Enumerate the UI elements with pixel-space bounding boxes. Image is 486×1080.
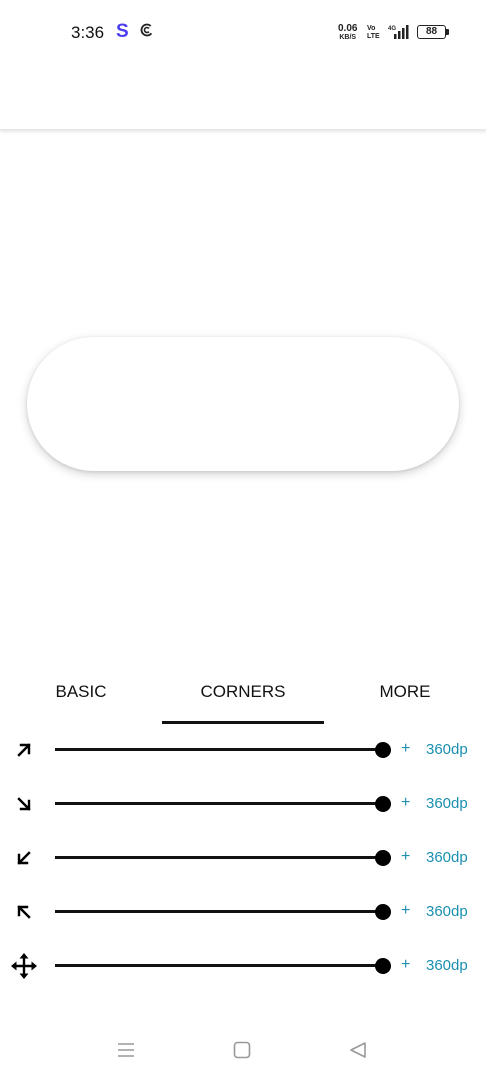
battery-level: 88 bbox=[417, 25, 446, 39]
slider-track bbox=[55, 802, 383, 805]
net-speed-unit: KB/S bbox=[339, 34, 357, 41]
status-time: 3:36 bbox=[71, 23, 105, 42]
s-app-icon: S bbox=[116, 21, 129, 42]
slider-thumb[interactable] bbox=[375, 850, 391, 866]
preview-shape bbox=[27, 337, 459, 471]
corner-row-bottom-right: + 360dp bbox=[0, 784, 486, 824]
increment-button[interactable]: + bbox=[401, 794, 410, 812]
tab-corners[interactable]: CORNERS bbox=[162, 668, 324, 724]
radius-value: 360dp bbox=[426, 741, 468, 758]
radius-value: 360dp bbox=[426, 849, 468, 866]
signal-icon: 4G bbox=[388, 24, 412, 39]
volte-bottom: LTE bbox=[367, 33, 380, 40]
slider-track bbox=[55, 856, 383, 859]
system-nav-bar bbox=[0, 1024, 486, 1080]
slider-thumb[interactable] bbox=[375, 796, 391, 812]
battery-icon: 88 bbox=[417, 25, 449, 39]
network-type: 4G bbox=[388, 26, 396, 32]
tab-basic[interactable]: BASIC bbox=[0, 668, 162, 724]
back-triangle-icon[interactable] bbox=[344, 1036, 372, 1064]
all-corners-radius-slider[interactable] bbox=[55, 954, 391, 978]
slider-thumb[interactable] bbox=[375, 742, 391, 758]
slider-thumb[interactable] bbox=[375, 958, 391, 974]
tab-indicator bbox=[162, 721, 324, 724]
status-bar: 3:36 S 0.06 KB/S Vo LTE 4G 88 bbox=[0, 0, 486, 64]
app-toolbar bbox=[0, 64, 486, 130]
increment-button[interactable]: + bbox=[401, 848, 410, 866]
tab-bar: BASIC CORNERS MORE bbox=[0, 668, 486, 724]
slider-track bbox=[55, 910, 383, 913]
increment-button[interactable]: + bbox=[401, 902, 410, 920]
tab-more[interactable]: MORE bbox=[324, 668, 486, 724]
radius-value: 360dp bbox=[426, 903, 468, 920]
top-left-radius-slider[interactable] bbox=[55, 900, 391, 924]
menu-icon[interactable] bbox=[112, 1036, 140, 1064]
bottom-right-radius-slider[interactable] bbox=[55, 792, 391, 816]
arrow-down-right-icon bbox=[10, 790, 38, 818]
battery-tip bbox=[446, 29, 449, 35]
top-right-radius-slider[interactable] bbox=[55, 738, 391, 762]
arrow-up-right-icon bbox=[10, 736, 38, 764]
net-speed: 0.06 KB/S bbox=[338, 24, 357, 42]
corner-row-top-right: + 360dp bbox=[0, 730, 486, 770]
arrow-up-left-icon bbox=[10, 898, 38, 926]
volte-top: Vo bbox=[367, 25, 376, 32]
c-app-icon bbox=[140, 23, 154, 37]
preview-area bbox=[0, 131, 486, 671]
corner-row-all: + 360dp bbox=[0, 946, 486, 986]
bottom-left-radius-slider[interactable] bbox=[55, 846, 391, 870]
increment-button[interactable]: + bbox=[401, 740, 410, 758]
radius-value: 360dp bbox=[426, 795, 468, 812]
corner-row-top-left: + 360dp bbox=[0, 892, 486, 932]
corner-row-bottom-left: + 360dp bbox=[0, 838, 486, 878]
volte-indicator: Vo LTE bbox=[367, 25, 380, 41]
radius-value: 360dp bbox=[426, 957, 468, 974]
slider-track bbox=[55, 748, 383, 751]
increment-button[interactable]: + bbox=[401, 956, 410, 974]
slider-track bbox=[55, 964, 383, 967]
move-all-icon bbox=[10, 952, 38, 980]
arrow-down-left-icon bbox=[10, 844, 38, 872]
home-square-icon[interactable] bbox=[228, 1036, 256, 1064]
slider-thumb[interactable] bbox=[375, 904, 391, 920]
